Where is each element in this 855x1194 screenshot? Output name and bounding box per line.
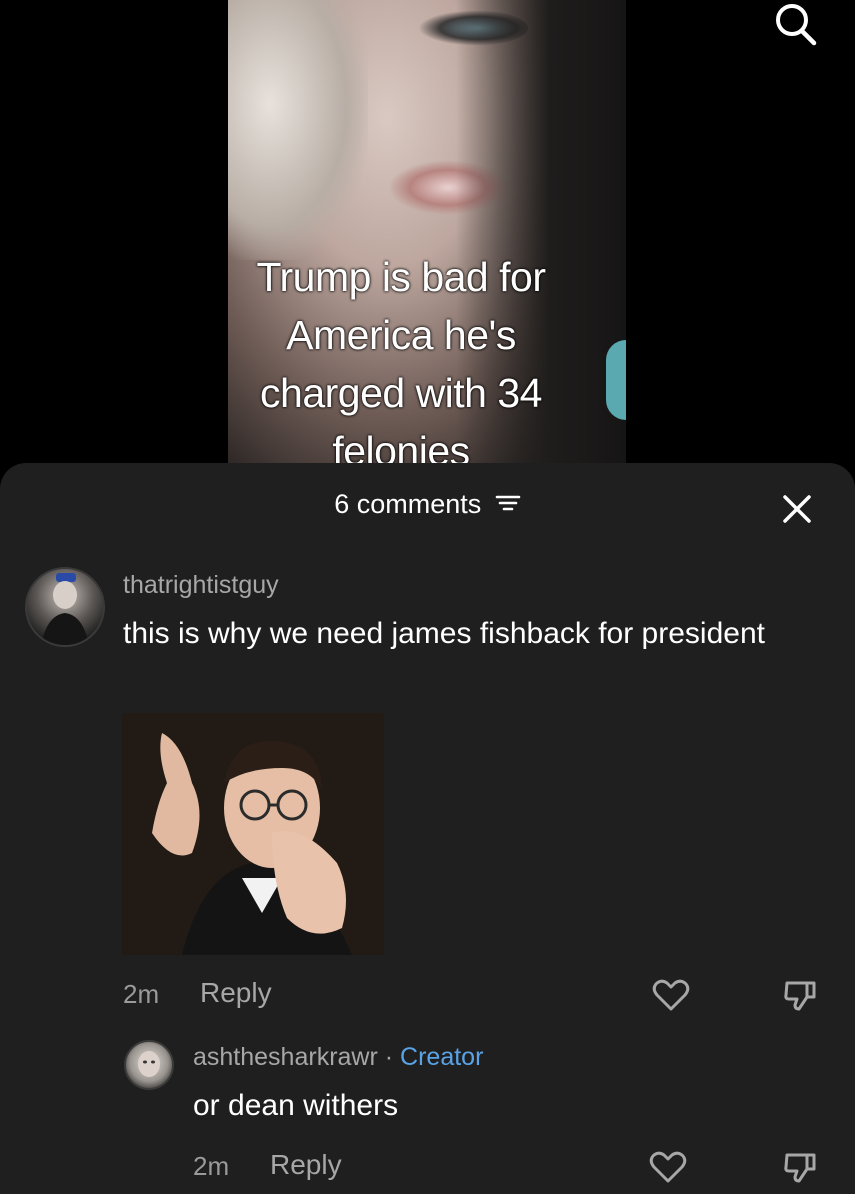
heart-outline-icon[interactable] bbox=[651, 975, 691, 1015]
comments-header: 6 comments bbox=[0, 463, 855, 553]
username-separator: · bbox=[384, 1043, 394, 1071]
comments-count[interactable]: 6 comments bbox=[0, 489, 855, 521]
search-icon[interactable] bbox=[768, 0, 822, 54]
creator-badge: Creator bbox=[400, 1043, 484, 1071]
thumbs-down-icon[interactable] bbox=[781, 1147, 821, 1187]
avatar[interactable] bbox=[25, 567, 105, 647]
close-icon[interactable] bbox=[777, 489, 817, 529]
comment-time: 2m bbox=[193, 1151, 230, 1181]
thumbs-down-icon[interactable] bbox=[781, 975, 821, 1015]
comment-username[interactable]: thatrightistguy bbox=[123, 571, 279, 600]
video-caption: Trump is bad for America he's charged wi… bbox=[256, 254, 546, 470]
comment-text: this is why we need james fishback for p… bbox=[123, 617, 765, 650]
comment-time: 2m bbox=[123, 979, 160, 1009]
comment-image[interactable] bbox=[122, 713, 384, 955]
reply-username[interactable]: ashthesharkrawr bbox=[193, 1043, 378, 1071]
comment-text: or dean withers bbox=[193, 1089, 399, 1122]
filter-lines-icon[interactable] bbox=[495, 490, 521, 521]
comment-username[interactable]: ashthesharkrawr · Creator bbox=[193, 1043, 483, 1072]
comments-sheet: 6 comments thatrightistguy this is why w… bbox=[0, 463, 855, 1194]
comments-count-label: 6 comments bbox=[334, 489, 482, 519]
video-person-hair bbox=[228, 0, 368, 260]
avatar[interactable] bbox=[124, 1040, 174, 1090]
heart-outline-icon[interactable] bbox=[648, 1147, 688, 1187]
reply-button[interactable]: Reply bbox=[270, 1149, 342, 1181]
reply-button[interactable]: Reply bbox=[200, 977, 272, 1009]
video-player[interactable]: Trump is bad for America he's charged wi… bbox=[0, 0, 855, 470]
video-background-object bbox=[606, 340, 626, 420]
